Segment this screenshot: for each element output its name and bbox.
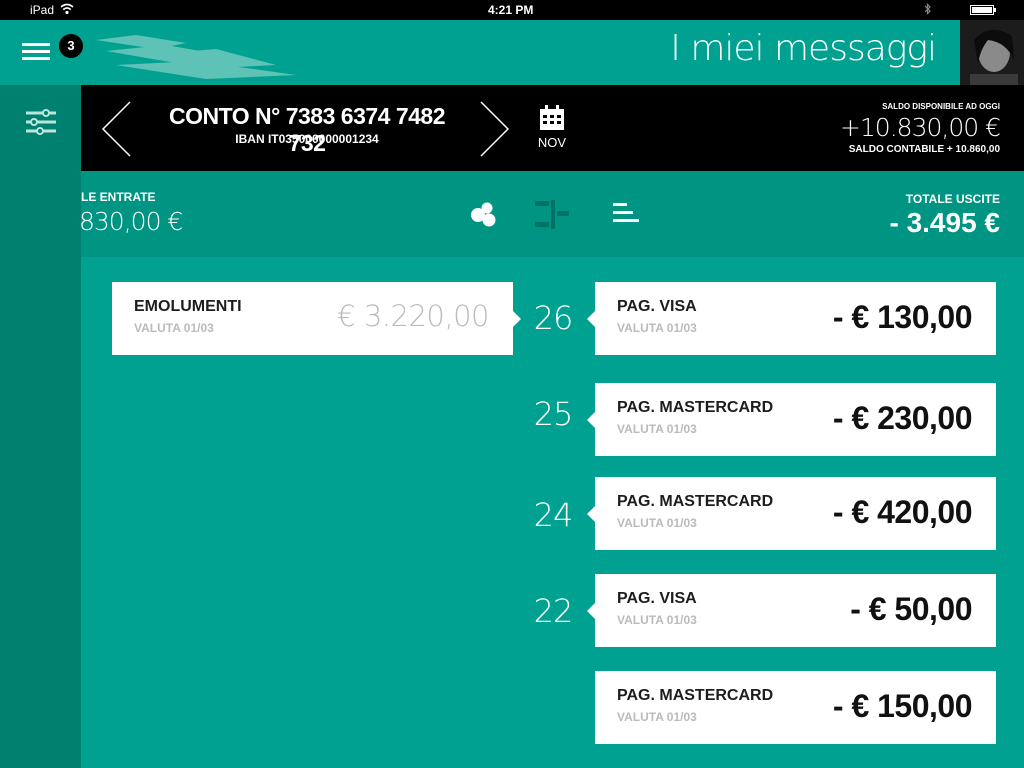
chevron-left-icon[interactable] [101,101,133,157]
transaction-valuta: VALUTA 01/03 [617,516,697,530]
available-balance-value: +10.830,00 € [839,113,1001,142]
transaction-title: EMOLUMENTI [134,298,242,315]
transaction-title: PAG. MASTERCARD [617,687,774,704]
page-title[interactable]: I miei messaggi [670,28,937,69]
transaction-title: PAG. VISA [617,298,697,315]
transaction-amount: - € 230,00 [832,400,973,436]
transaction-valuta: VALUTA 01/03 [617,613,697,627]
account-iban: IBAN IT035000000001234 [235,132,379,146]
account-bar: CONTO N° 7383 6374 7482 732 IBAN IT03500… [81,85,1024,171]
transaction-valuta: VALUTA 01/03 [617,422,697,436]
menu-icon[interactable] [22,43,50,63]
calendar-month: NOV [537,135,567,150]
calendar-icon [540,105,564,130]
transaction-title: PAG. MASTERCARD [617,493,774,510]
transaction-title: PAG. MASTERCARD [617,399,774,416]
transaction-amount: - € 150,00 [832,688,973,724]
expense-total-label: TOTALE USCITE [905,192,1000,206]
expense-card[interactable]: PAG. MASTERCARD VALUTA 01/03 - € 420,00 [587,477,996,550]
day-label: 24 [533,496,574,534]
transaction-title: PAG. VISA [617,590,697,607]
transaction-amount: € 3.220,00 [337,299,489,333]
totals-bar: LE ENTRATE 830,00 € TOTALE USCITE - 3.49… [81,171,1024,257]
expense-card[interactable]: PAG. VISA VALUTA 01/03 - € 130,00 [587,282,996,355]
clock: 4:21 PM [488,3,534,17]
expense-total-value: - 3.495 € [889,207,1000,238]
battery-icon [970,5,996,15]
transaction-amount: - € 50,00 [850,591,972,627]
transaction-valuta: VALUTA 01/03 [134,321,214,335]
avatar[interactable] [960,20,1024,85]
account-number: CONTO N° 7383 6374 7482 732 [169,103,446,156]
timeline-view-icon[interactable] [533,199,573,230]
expense-card[interactable]: PAG. MASTERCARD VALUTA 01/03 - € 230,00 [587,383,996,456]
available-balance-label: SALDO DISPONIBILE AD OGGI [882,102,1000,111]
expense-card[interactable]: PAG. VISA VALUTA 01/03 - € 50,00 [587,574,996,647]
app-header: 3 I miei messaggi [0,20,1024,85]
list-view-icon[interactable] [609,199,643,229]
day-label: 22 [533,592,574,630]
day-label: 26 [533,299,574,337]
chevron-right-icon[interactable] [478,101,510,157]
transaction-amount: - € 130,00 [832,299,973,335]
filter-icon[interactable] [24,109,58,135]
bubble-view-icon[interactable] [467,199,501,229]
transaction-amount: - € 420,00 [832,494,973,530]
wifi-icon [60,3,74,18]
transaction-valuta: VALUTA 01/03 [617,710,697,724]
day-label: 25 [533,395,574,433]
bluetooth-icon [924,2,932,19]
income-card[interactable]: EMOLUMENTI VALUTA 01/03 € 3.220,00 [112,282,521,355]
calendar-button[interactable]: NOV [537,105,567,153]
sidebar [0,85,81,768]
notification-badge: 3 [59,34,83,58]
device-label: iPad [30,3,55,17]
income-total-value: 830,00 € [81,207,183,236]
status-bar: iPad 4:21 PM [0,0,1024,20]
expense-card[interactable]: PAG. MASTERCARD VALUTA 01/03 - € 150,00 [595,671,996,744]
transactions-timeline: EMOLUMENTI VALUTA 01/03 € 3.220,00 26 PA… [81,257,1024,768]
brand-logo [96,35,306,81]
income-total-label: LE ENTRATE [81,190,156,204]
accounting-balance: SALDO CONTABILE + 10.860,00 [848,144,1000,155]
transaction-valuta: VALUTA 01/03 [617,321,697,335]
